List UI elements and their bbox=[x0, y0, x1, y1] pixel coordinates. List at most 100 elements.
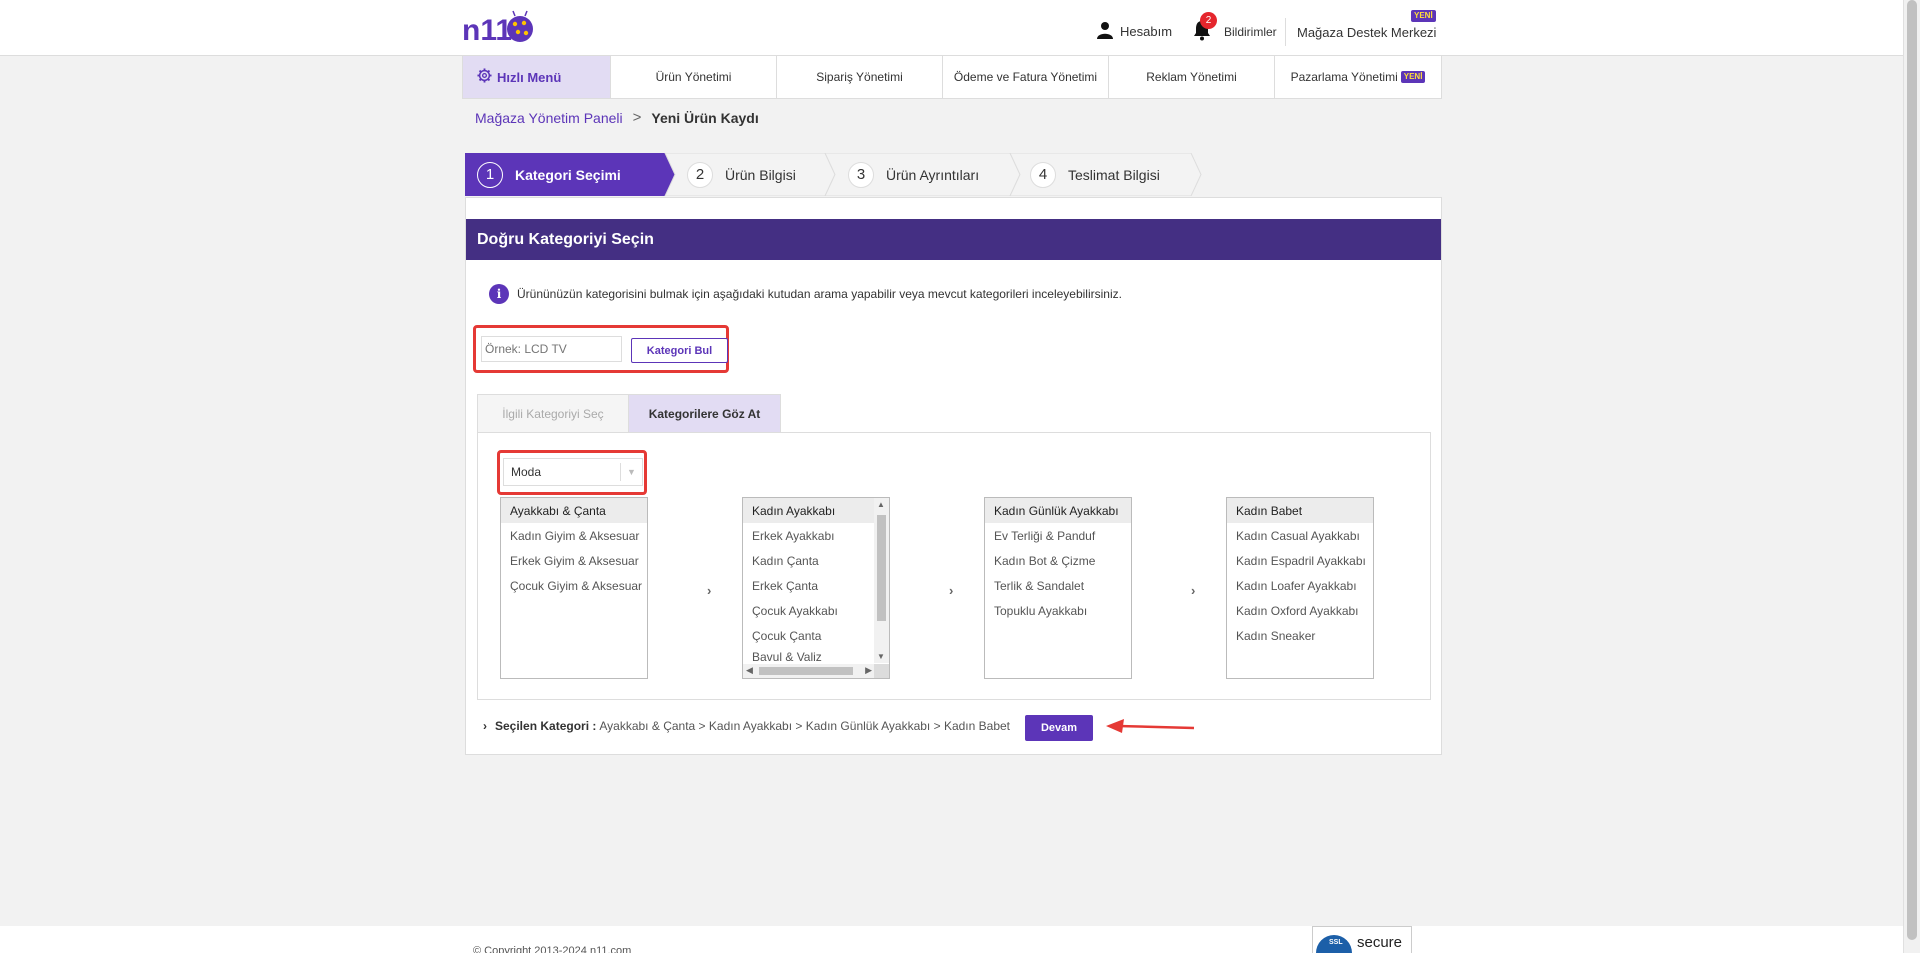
step-number: 4 bbox=[1030, 161, 1056, 188]
list-item[interactable]: Ev Terliği & Panduf bbox=[985, 523, 1131, 548]
list-item[interactable]: Kadın Ayakkabı bbox=[743, 498, 889, 523]
page-scrollbar[interactable] bbox=[1903, 0, 1920, 953]
list-item[interactable]: Çocuk Ayakkabı bbox=[743, 598, 889, 623]
panel-title: Doğru Kategoriyi Seçin bbox=[466, 219, 1441, 260]
list-item[interactable]: Kadın Günlük Ayakkabı bbox=[985, 498, 1131, 523]
list-item[interactable]: Erkek Giyim & Aksesuar bbox=[501, 548, 647, 573]
top-header: n11 Hesabım 2 Bildirimler Mağaza Destek … bbox=[0, 0, 1903, 56]
list-item[interactable]: Kadın Oxford Ayakkabı bbox=[1227, 598, 1373, 623]
search-highlight: Kategori Bul bbox=[473, 325, 729, 373]
list-item[interactable]: Kadın Bot & Çizme bbox=[985, 548, 1131, 573]
list-item[interactable]: Kadın Giyim & Aksesuar bbox=[501, 523, 647, 548]
list-item[interactable]: Erkek Ayakkabı bbox=[743, 523, 889, 548]
breadcrumb-separator: > bbox=[632, 109, 642, 126]
notifications-link[interactable]: Bildirimler bbox=[1224, 25, 1277, 39]
quick-menu-label: Hızlı Menü bbox=[497, 69, 562, 85]
footer: © Copyright 2013-2024 n11.com SSL secure bbox=[0, 926, 1903, 953]
chevron-right-icon: › bbox=[483, 719, 487, 733]
find-category-button[interactable]: Kategori Bul bbox=[631, 338, 728, 363]
list-item[interactable]: Kadın Çanta bbox=[743, 548, 889, 573]
new-badge: YENİ bbox=[1411, 10, 1436, 22]
nav-product-management[interactable]: Ürün Yönetimi bbox=[611, 56, 777, 98]
step-category-selection: 1 Kategori Seçimi bbox=[477, 153, 621, 196]
list-item[interactable]: Kadın Babet bbox=[1227, 498, 1373, 523]
copyright-text: © Copyright 2013-2024 n11.com bbox=[473, 945, 632, 953]
category-list-level-3: Kadın Günlük Ayakkabı Ev Terliği & Pandu… bbox=[984, 497, 1132, 679]
quick-menu-button[interactable]: Hızlı Menü bbox=[463, 56, 611, 98]
step-wizard: 1 Kategori Seçimi 2 Ürün Bilgisi 3 Ürün … bbox=[465, 153, 1441, 196]
nav-order-management[interactable]: Sipariş Yönetimi bbox=[777, 56, 943, 98]
selected-category-label: Seçilen Kategori : bbox=[495, 719, 597, 733]
step-number: 1 bbox=[477, 161, 503, 188]
account-link[interactable]: Hesabım bbox=[1096, 21, 1172, 42]
logo-text: n11 bbox=[462, 14, 512, 47]
continue-button[interactable]: Devam bbox=[1025, 715, 1093, 741]
breadcrumb: Mağaza Yönetim Paneli > Yeni Ürün Kaydı bbox=[475, 109, 759, 126]
account-label: Hesabım bbox=[1120, 24, 1173, 39]
category-list-level-1: Ayakkabı & Çanta Kadın Giyim & Aksesuar … bbox=[500, 497, 648, 679]
gear-icon bbox=[477, 68, 492, 86]
scroll-down-icon[interactable]: ▼ bbox=[877, 652, 885, 661]
step-product-details: 3 Ürün Ayrıntıları bbox=[848, 153, 979, 196]
column-separator-arrow: › bbox=[1191, 583, 1196, 598]
tab-related-category[interactable]: İlgili Kategoriyi Seç bbox=[477, 394, 629, 433]
annotation-arrow-icon bbox=[1106, 719, 1195, 733]
list-item[interactable]: Bavul & Valiz bbox=[743, 648, 889, 662]
category-list-level-2: Kadın Ayakkabı Erkek Ayakkabı Kadın Çant… bbox=[742, 497, 890, 679]
dropdown-value: Moda bbox=[511, 465, 542, 479]
dropdown-highlight: Moda ▼ bbox=[497, 450, 647, 495]
list-item[interactable]: Erkek Çanta bbox=[743, 573, 889, 598]
chevron-down-icon: ▼ bbox=[620, 463, 642, 481]
scrollbar-thumb[interactable] bbox=[1907, 0, 1917, 940]
selected-category-path: Ayakkabı & Çanta > Kadın Ayakkabı > Kadı… bbox=[599, 719, 1010, 733]
list-item[interactable]: Kadın Casual Ayakkabı bbox=[1227, 523, 1373, 548]
nav-payment-invoice-management[interactable]: Ödeme ve Fatura Yönetimi bbox=[943, 56, 1109, 98]
nav-advertising-management[interactable]: Reklam Yönetimi bbox=[1109, 56, 1275, 98]
notification-count-badge: 2 bbox=[1200, 12, 1217, 29]
info-text: Ürününüzün kategorisini bulmak için aşağ… bbox=[517, 287, 1122, 301]
list-horizontal-scrollbar[interactable]: ◀ ▶ bbox=[743, 664, 875, 678]
ssl-secure-badge: SSL secure bbox=[1312, 926, 1412, 953]
breadcrumb-parent-link[interactable]: Mağaza Yönetim Paneli bbox=[475, 110, 623, 126]
list-item[interactable]: Topuklu Ayakkabı bbox=[985, 598, 1131, 623]
category-search-input[interactable] bbox=[481, 336, 622, 362]
main-category-dropdown[interactable]: Moda ▼ bbox=[503, 458, 643, 486]
list-item[interactable]: Kadın Sneaker bbox=[1227, 623, 1373, 648]
scroll-left-icon[interactable]: ◀ bbox=[746, 665, 753, 676]
nav-marketing-management[interactable]: Pazarlama Yönetimi YENİ bbox=[1275, 56, 1441, 98]
nav-marketing-label: Pazarlama Yönetimi bbox=[1290, 70, 1398, 84]
ssl-text: SSL bbox=[1329, 939, 1343, 946]
list-item[interactable]: Kadın Loafer Ayakkabı bbox=[1227, 573, 1373, 598]
list-item[interactable]: Çocuk Giyim & Aksesuar bbox=[501, 573, 647, 598]
header-divider bbox=[1285, 18, 1286, 46]
step-label: Teslimat Bilgisi bbox=[1068, 166, 1160, 183]
category-browser: Moda ▼ Ayakkabı & Çanta Kadın Giyim & Ak… bbox=[477, 432, 1431, 700]
support-center-link[interactable]: Mağaza Destek Merkezi bbox=[1297, 25, 1436, 40]
scroll-up-icon[interactable]: ▲ bbox=[877, 500, 885, 509]
scrollbar-thumb[interactable] bbox=[759, 667, 853, 675]
list-vertical-scrollbar[interactable]: ▲ ▼ bbox=[874, 498, 889, 663]
list-item[interactable]: Terlik & Sandalet bbox=[985, 573, 1131, 598]
scrollbar-thumb[interactable] bbox=[877, 515, 886, 621]
user-icon bbox=[1096, 21, 1114, 42]
new-badge: YENİ bbox=[1400, 71, 1426, 83]
list-item[interactable]: Çocuk Çanta bbox=[743, 623, 889, 648]
step-product-info: 2 Ürün Bilgisi bbox=[687, 153, 796, 196]
tab-browse-categories[interactable]: Kategorilere Göz At bbox=[629, 394, 781, 433]
column-separator-arrow: › bbox=[949, 583, 954, 598]
selected-category-row: › Seçilen Kategori : Ayakkabı & Çanta > … bbox=[483, 719, 1010, 733]
main-nav: Hızlı Menü Ürün Yönetimi Sipariş Yönetim… bbox=[462, 56, 1442, 99]
list-item[interactable]: Kadın Espadril Ayakkabı bbox=[1227, 548, 1373, 573]
category-tabs: İlgili Kategoriyi Seç Kategorilere Göz A… bbox=[477, 394, 781, 433]
breadcrumb-current: Yeni Ürün Kaydı bbox=[651, 109, 759, 126]
step-label: Ürün Ayrıntıları bbox=[886, 166, 980, 183]
step-number: 2 bbox=[687, 161, 713, 188]
list-item[interactable]: Ayakkabı & Çanta bbox=[501, 498, 647, 523]
n11-logo[interactable]: n11 bbox=[462, 8, 537, 48]
category-panel: Doğru Kategoriyi Seçin i Ürününüzün kate… bbox=[465, 197, 1442, 755]
scroll-right-icon[interactable]: ▶ bbox=[865, 665, 872, 676]
step-label: Kategori Seçimi bbox=[515, 166, 621, 183]
column-separator-arrow: › bbox=[707, 583, 712, 598]
category-list-level-4: Kadın Babet Kadın Casual Ayakkabı Kadın … bbox=[1226, 497, 1374, 679]
step-label: Ürün Bilgisi bbox=[725, 166, 796, 183]
